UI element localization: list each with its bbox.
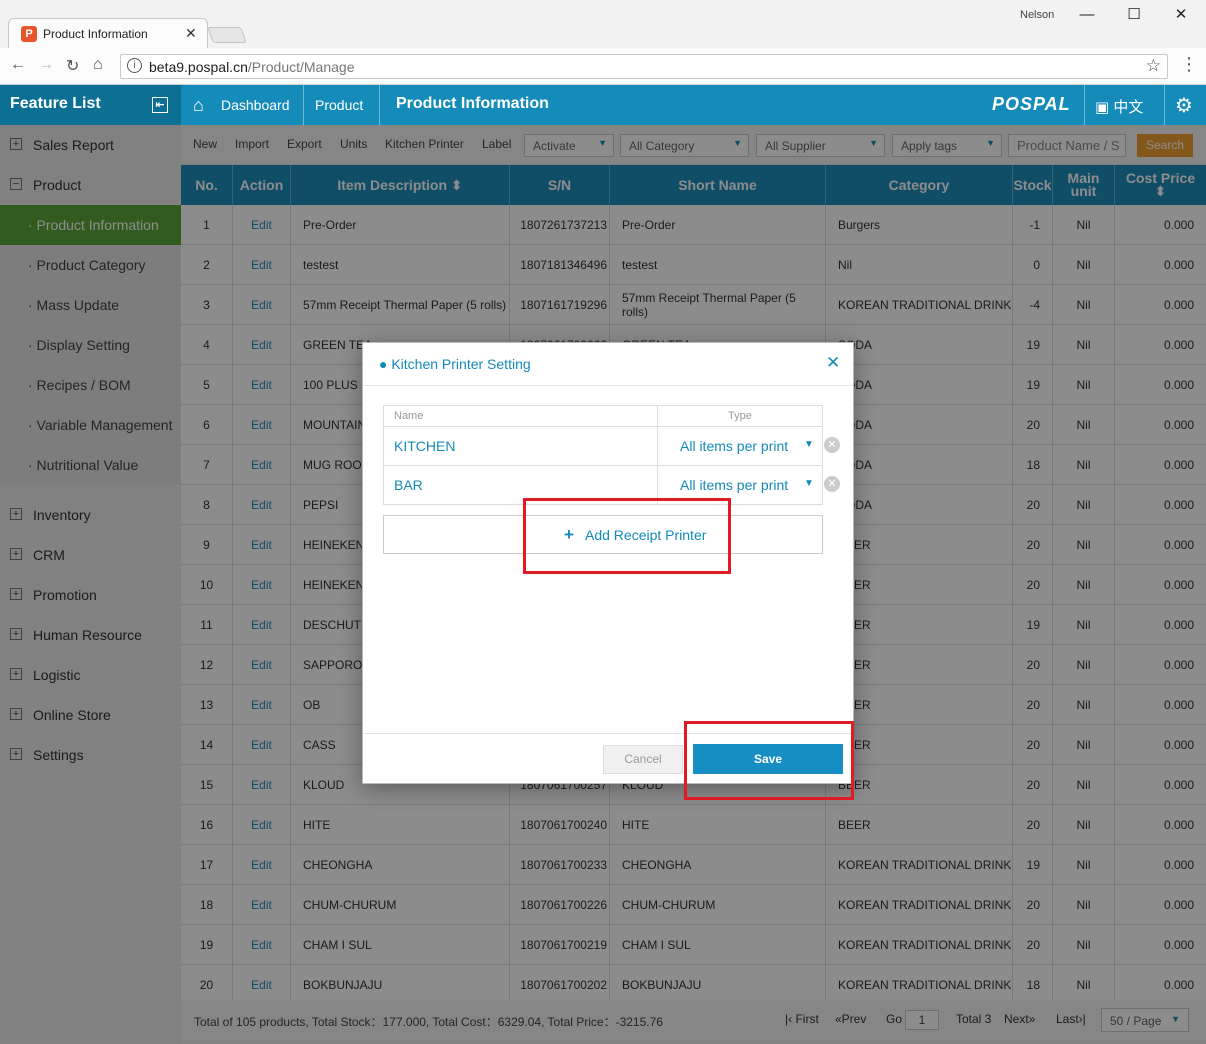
info-icon[interactable]: i bbox=[127, 58, 142, 73]
remove-printer-icon[interactable]: ✕ bbox=[824, 437, 840, 453]
remove-printer-icon[interactable]: ✕ bbox=[824, 476, 840, 492]
window-close-icon[interactable]: ✕ bbox=[1166, 4, 1196, 26]
forward-icon[interactable]: → bbox=[38, 56, 54, 74]
tab-close-icon[interactable]: ✕ bbox=[185, 25, 197, 42]
breadcrumb-divider bbox=[290, 85, 304, 125]
feature-list-title: Feature List ⇤ bbox=[0, 85, 181, 125]
translate-icon: ▣ bbox=[1095, 99, 1110, 116]
page-title: Product Information bbox=[396, 95, 549, 112]
back-icon[interactable]: ← bbox=[10, 56, 26, 74]
browser-tab[interactable]: P Product Information ✕ bbox=[8, 18, 208, 48]
gear-icon[interactable]: ⚙ bbox=[1164, 85, 1206, 125]
new-tab-button[interactable] bbox=[207, 27, 247, 43]
app-header: Feature List ⇤ ⌂ Dashboard Product Produ… bbox=[0, 85, 1206, 125]
breadcrumb-divider bbox=[366, 85, 380, 125]
language-toggle[interactable]: ▣ 中文 bbox=[1084, 85, 1164, 125]
close-icon[interactable]: ✕ bbox=[826, 353, 840, 373]
printer-name[interactable]: BAR bbox=[394, 477, 423, 493]
bookmark-star-icon[interactable]: ☆ bbox=[1146, 56, 1161, 76]
window-user: Nelson bbox=[1020, 9, 1055, 21]
minimize-icon[interactable]: — bbox=[1072, 4, 1102, 26]
browser-menu-icon[interactable]: ⋮ bbox=[1180, 54, 1198, 75]
printer-name[interactable]: KITCHEN bbox=[394, 438, 455, 454]
highlight-add-printer bbox=[523, 498, 731, 574]
printer-type-select[interactable]: All items per print bbox=[680, 477, 788, 493]
printer-row: KITCHEN All items per print ▼ ✕ bbox=[383, 427, 840, 466]
browser-toolbar: ← → ↻ ⌂ i beta9.pospal.cn/Product/Manage… bbox=[0, 48, 1206, 85]
tab-title: Product Information bbox=[43, 27, 148, 41]
printer-type-select[interactable]: All items per print bbox=[680, 438, 788, 454]
address-bar[interactable]: i beta9.pospal.cn/Product/Manage ☆ bbox=[120, 54, 1168, 79]
highlight-save bbox=[684, 721, 854, 800]
breadcrumb-product[interactable]: Product bbox=[315, 97, 363, 113]
modal-divider bbox=[363, 385, 853, 386]
browser-titlebar: P Product Information ✕ Nelson — ☐ ✕ bbox=[0, 0, 1206, 48]
pospal-logo: POSPAL bbox=[992, 94, 1071, 114]
breadcrumb-dashboard[interactable]: Dashboard bbox=[221, 97, 290, 113]
modal-title: ● Kitchen Printer Setting bbox=[379, 356, 531, 372]
printer-table-header: Name Type bbox=[383, 405, 823, 427]
url-text: beta9.pospal.cn/Product/Manage bbox=[149, 59, 355, 75]
chevron-down-icon[interactable]: ▼ bbox=[804, 478, 814, 489]
maximize-icon[interactable]: ☐ bbox=[1119, 4, 1149, 26]
chevron-down-icon[interactable]: ▼ bbox=[804, 439, 814, 450]
pospal-favicon-icon: P bbox=[21, 26, 37, 42]
home-nav-icon[interactable]: ⌂ bbox=[93, 56, 103, 74]
reload-icon[interactable]: ↻ bbox=[66, 56, 79, 76]
collapse-sidebar-icon[interactable]: ⇤ bbox=[152, 97, 168, 113]
home-icon[interactable]: ⌂ bbox=[193, 95, 204, 116]
cancel-button[interactable]: Cancel bbox=[603, 745, 683, 774]
